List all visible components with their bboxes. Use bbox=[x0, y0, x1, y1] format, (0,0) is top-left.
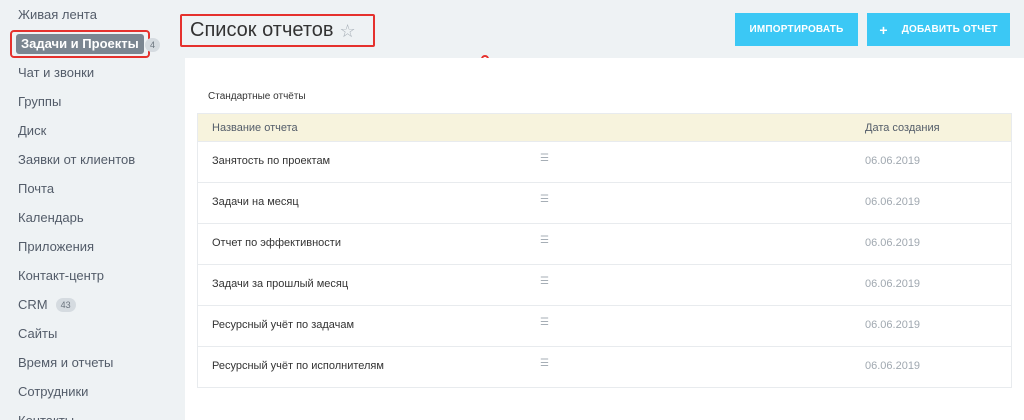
star-icon[interactable]: ☆ bbox=[340, 22, 356, 40]
sidebar-item-contact-center[interactable]: Контакт-центр bbox=[18, 264, 104, 288]
menu-icon[interactable]: ☰ bbox=[540, 317, 549, 328]
sidebar-item-client-requests[interactable]: Заявки от клиентов bbox=[18, 148, 135, 172]
report-name[interactable]: Ресурсный учёт по задачам bbox=[212, 319, 354, 331]
sidebar-item-label: Группы bbox=[18, 94, 62, 109]
menu-icon[interactable]: ☰ bbox=[540, 153, 549, 164]
sidebar-item-label: Время и отчеты bbox=[18, 355, 114, 370]
import-button[interactable]: Импортировать bbox=[735, 13, 858, 46]
sidebar-item-chat-calls[interactable]: Чат и звонки bbox=[18, 61, 94, 85]
sidebar-item-disk[interactable]: Диск bbox=[18, 119, 46, 143]
sidebar-item-tasks-projects[interactable]: Задачи и Проекты bbox=[10, 30, 150, 58]
report-name[interactable]: Занятость по проектам bbox=[212, 155, 330, 167]
reports-card: Стандартные отчёты Название отчета Дата … bbox=[185, 58, 1024, 420]
report-date: 06.06.2019 bbox=[865, 360, 921, 372]
sidebar-item-label: Живая лента bbox=[18, 7, 97, 22]
page-title-highlight: Список отчетов ☆ bbox=[180, 14, 375, 47]
sidebar-item-label: CRM bbox=[18, 297, 48, 312]
table-row[interactable]: Отчет по эффективности ☰ 06.06.2019 bbox=[198, 223, 1011, 264]
table-row[interactable]: Задачи на месяц ☰ 06.06.2019 bbox=[198, 182, 1011, 223]
sidebar-item-mail[interactable]: Почта bbox=[18, 177, 54, 201]
report-date: 06.06.2019 bbox=[865, 155, 921, 167]
tasks-counter-badge: 4 bbox=[145, 38, 161, 52]
table-row[interactable]: Ресурсный учёт по исполнителям ☰ 06.06.2… bbox=[198, 346, 1011, 387]
sidebar-item-applications[interactable]: Приложения bbox=[18, 235, 94, 259]
crm-counter-badge: 43 bbox=[55, 298, 76, 312]
report-name[interactable]: Ресурсный учёт по исполнителям bbox=[212, 360, 384, 372]
menu-icon[interactable]: ☰ bbox=[540, 358, 549, 369]
add-report-button[interactable]: + Добавить отчет bbox=[867, 13, 1010, 46]
sidebar-item-label: Чат и звонки bbox=[18, 65, 95, 80]
add-report-button-label: Добавить отчет bbox=[901, 24, 998, 35]
sidebar-item-label: Почта bbox=[18, 181, 55, 196]
table-row[interactable]: Ресурсный учёт по задачам ☰ 06.06.2019 bbox=[198, 305, 1011, 346]
menu-icon[interactable]: ☰ bbox=[540, 276, 549, 287]
sidebar-item-label: Контакт-центр bbox=[18, 268, 105, 283]
sidebar-item-sites[interactable]: Сайты bbox=[18, 322, 57, 346]
sidebar-item-groups[interactable]: Группы bbox=[18, 90, 61, 114]
report-date: 06.06.2019 bbox=[865, 319, 921, 331]
plus-icon: + bbox=[879, 21, 888, 38]
report-date: 06.06.2019 bbox=[865, 278, 921, 290]
sidebar-item-live-feed[interactable]: Живая лента bbox=[18, 3, 97, 27]
sidebar-item-label: Календарь bbox=[18, 210, 84, 225]
sidebar-item-crm[interactable]: CRM 43 bbox=[18, 293, 76, 317]
report-name[interactable]: Задачи на месяц bbox=[212, 196, 299, 208]
sidebar: Живая лента Задачи и Проекты 4 Чат и зво… bbox=[0, 0, 185, 420]
report-date: 06.06.2019 bbox=[865, 196, 921, 208]
report-name[interactable]: Отчет по эффективности bbox=[212, 237, 341, 249]
table-row[interactable]: Занятость по проектам ☰ 06.06.2019 bbox=[198, 141, 1011, 182]
menu-icon[interactable]: ☰ bbox=[540, 235, 549, 246]
sidebar-item-label: Сайты bbox=[18, 326, 58, 341]
reports-table: Название отчета Дата создания Занятость … bbox=[197, 113, 1012, 388]
page-title: Список отчетов bbox=[190, 19, 334, 41]
sidebar-item-label: Сотрудники bbox=[18, 384, 89, 399]
report-name[interactable]: Задачи за прошлый месяц bbox=[212, 278, 348, 290]
report-date: 06.06.2019 bbox=[865, 237, 921, 249]
column-header-name[interactable]: Название отчета bbox=[212, 122, 298, 134]
sidebar-item-employees[interactable]: Сотрудники bbox=[18, 380, 88, 404]
section-title: Стандартные отчёты bbox=[208, 91, 306, 102]
sidebar-item-label: Задачи и Проекты bbox=[16, 34, 144, 54]
sidebar-item-label: Контакты bbox=[18, 409, 74, 420]
sidebar-item-contacts[interactable]: Контакты bbox=[18, 409, 74, 420]
sidebar-item-label: Диск bbox=[18, 123, 47, 138]
sidebar-item-calendar[interactable]: Календарь bbox=[18, 206, 84, 230]
menu-icon[interactable]: ☰ bbox=[540, 194, 549, 205]
column-header-date[interactable]: Дата создания bbox=[865, 122, 940, 134]
import-button-label: Импортировать bbox=[749, 24, 844, 35]
table-header: Название отчета Дата создания bbox=[198, 114, 1011, 141]
table-row[interactable]: Задачи за прошлый месяц ☰ 06.06.2019 bbox=[198, 264, 1011, 305]
sidebar-item-label: Приложения bbox=[18, 239, 95, 254]
sidebar-item-label: Заявки от клиентов bbox=[18, 152, 136, 167]
sidebar-item-time-reports[interactable]: Время и отчеты bbox=[18, 351, 113, 375]
